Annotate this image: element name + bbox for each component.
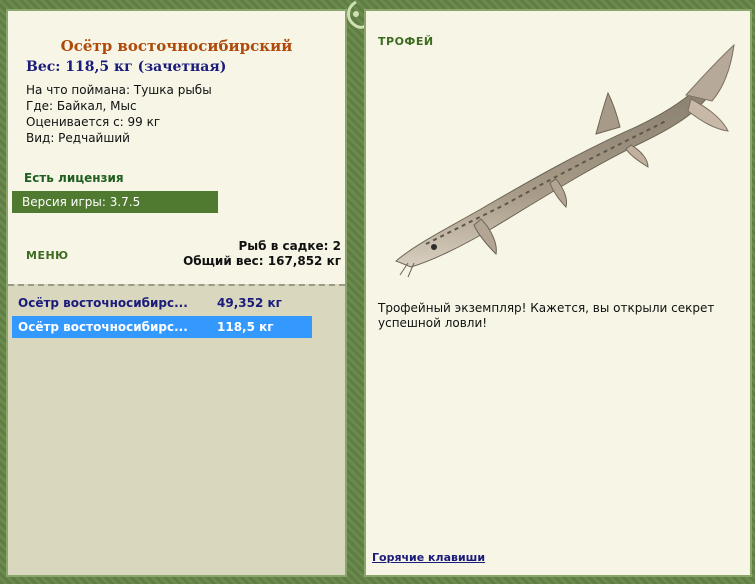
list-item-selected[interactable]: Осётр восточносибирс... 118,5 кг <box>12 316 312 338</box>
value-estimate: Оценивается с: 99 кг <box>26 115 161 129</box>
keepnet-total: Общий вес: 167,852 кг <box>183 254 341 268</box>
trophy-description: Трофейный экземпляр! Кажется, вы открыли… <box>378 301 715 330</box>
list-item-name: Осётр восточносибирс... <box>18 296 188 310</box>
list-item[interactable]: Осётр восточносибирс... 49,352 кг <box>12 292 312 314</box>
sturgeon-image <box>395 43 735 278</box>
hotkeys-link[interactable]: Горячие клавиши <box>372 551 485 564</box>
keepnet-count: Рыб в садке: 2 <box>238 239 342 253</box>
keepnet-stats: Рыб в садке: 2 Общий вес: 167,852 кг <box>183 239 341 269</box>
rarity: Вид: Редчайший <box>26 131 130 145</box>
fish-info-panel: Осётр восточносибирский Вес: 118,5 кг (з… <box>6 9 347 577</box>
list-item-weight: 118,5 кг <box>217 320 274 334</box>
trophy-panel: ТРОФЕЙ Трофейный экземпляр! Кажется, вы <box>364 9 752 577</box>
fish-title: Осётр восточносибирский <box>60 37 293 55</box>
version-bar: Версия игры: 3.7.5 <box>12 191 218 213</box>
caught-on: На что поймана: Тушка рыбы <box>26 83 212 97</box>
location: Где: Байкал, Мыс <box>26 99 137 113</box>
list-item-name: Осётр восточносибирс... <box>18 320 188 334</box>
list-item-weight: 49,352 кг <box>217 296 282 310</box>
fish-weight: Вес: 118,5 кг (зачетная) <box>26 59 227 75</box>
license-status: Есть лицензия <box>24 171 124 185</box>
menu-button[interactable]: МЕНЮ <box>26 249 69 262</box>
keepnet-list: Осётр восточносибирс... 49,352 кг Осётр … <box>8 284 345 575</box>
